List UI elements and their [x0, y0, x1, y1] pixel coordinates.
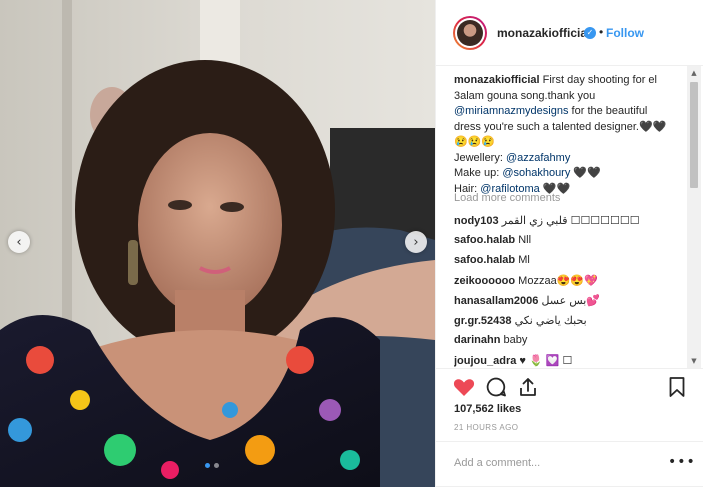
comment-text: Mozzaa😍😍💖 — [518, 275, 598, 287]
avatar[interactable] — [453, 16, 487, 50]
comments-list: monazakiofficial First day shooting for … — [436, 66, 703, 368]
post-caption: monazakiofficial First day shooting for … — [454, 73, 669, 197]
bookmark-button[interactable] — [665, 375, 689, 399]
mention-link[interactable]: @sohakhoury — [502, 167, 570, 179]
post-side-panel: monazakiofficial ✓ • Follow monazakioffi… — [435, 0, 703, 487]
heart-icon — [453, 379, 475, 396]
post-photo: ‹ › — [0, 0, 435, 487]
mention-link[interactable]: @miriamnazmydesigns — [454, 105, 568, 117]
share-icon — [520, 378, 536, 396]
comment-text: بحبك ياضي نكي — [514, 315, 587, 327]
load-more-comments-button[interactable]: Load more comments — [454, 192, 560, 204]
carousel-dot — [205, 463, 210, 468]
comment-item: darinahn baby — [454, 334, 679, 346]
post-header: monazakiofficial ✓ • Follow — [436, 0, 703, 66]
bookmark-icon — [669, 377, 685, 397]
comment-icon — [486, 377, 506, 397]
add-comment-input[interactable] — [452, 452, 656, 474]
follow-button[interactable]: Follow — [606, 26, 644, 40]
comment-username[interactable]: joujou_adra — [454, 355, 516, 367]
caption-emojis: 😢😢😢 — [454, 136, 496, 148]
like-button[interactable] — [452, 375, 476, 399]
add-comment-bar: ••• — [436, 441, 703, 487]
post-timestamp[interactable]: 21 HOURS AGO — [454, 423, 518, 432]
caption-label: Make up: — [454, 167, 500, 179]
comment-text: Nll — [518, 234, 532, 246]
comment-item: safoo.halab Ml — [454, 254, 679, 266]
comment-username[interactable]: hanasallam2006 — [454, 295, 538, 307]
carousel-indicator — [205, 463, 219, 468]
comment-username[interactable]: gr.gr.52438 — [454, 315, 512, 327]
comment-item: hanasallam2006 بس عسل💕 — [454, 294, 679, 307]
next-photo-button[interactable]: › — [405, 231, 427, 253]
more-options-icon[interactable]: ••• — [668, 454, 696, 470]
comment-username[interactable]: zeikoooooo — [454, 275, 515, 287]
comment-item: gr.gr.52438 بحبك ياضي نكي — [454, 314, 679, 327]
scrollbar-thumb[interactable] — [690, 82, 698, 188]
comment-item: nody103 قلبي زي القمر ☐☐☐☐☐☐☐ — [454, 214, 679, 227]
mention-link[interactable]: @azzafahmy — [506, 152, 570, 164]
comments-scrollbar[interactable]: ▲ ▼ — [687, 66, 701, 368]
verified-badge-icon: ✓ — [584, 27, 596, 39]
comment-item: joujou_adra ♥ 🌷 💟 ☐ — [454, 354, 679, 367]
post-actions — [436, 368, 703, 408]
comment-username[interactable]: safoo.halab — [454, 254, 515, 266]
comment-text: بس عسل💕 — [541, 295, 601, 307]
caption-username[interactable]: monazakiofficial — [454, 74, 540, 86]
comment-text: ♥ 🌷 💟 ☐ — [519, 355, 573, 367]
previous-photo-button[interactable]: ‹ — [8, 231, 30, 253]
comment-button[interactable] — [484, 375, 508, 399]
chevron-right-icon: › — [413, 234, 419, 250]
comment-username[interactable]: nody103 — [454, 215, 499, 227]
carousel-dot — [214, 463, 219, 468]
caption-label: Jewellery: — [454, 151, 503, 164]
post-username[interactable]: monazakiofficial — [497, 26, 590, 40]
caption-hearts: 🖤🖤 — [638, 120, 667, 133]
photo-illustration — [0, 0, 435, 487]
likes-count[interactable]: 107,562 likes — [454, 403, 521, 415]
caption-hearts: 🖤🖤 — [573, 167, 601, 179]
comment-item: safoo.halab Nll — [454, 234, 679, 246]
comment-username[interactable]: safoo.halab — [454, 234, 515, 246]
comment-text: قلبي زي القمر ☐☐☐☐☐☐☐ — [501, 215, 640, 227]
separator-dot: • — [599, 25, 604, 39]
comment-text: Ml — [518, 254, 530, 266]
share-button[interactable] — [516, 375, 540, 399]
comment-username[interactable]: darinahn — [454, 334, 500, 346]
scroll-down-arrow-icon[interactable]: ▼ — [687, 354, 701, 368]
scroll-up-arrow-icon[interactable]: ▲ — [687, 66, 701, 80]
comment-item: zeikoooooo Mozzaa😍😍💖 — [454, 274, 679, 287]
chevron-left-icon: ‹ — [16, 234, 22, 250]
comment-text: baby — [503, 334, 528, 346]
